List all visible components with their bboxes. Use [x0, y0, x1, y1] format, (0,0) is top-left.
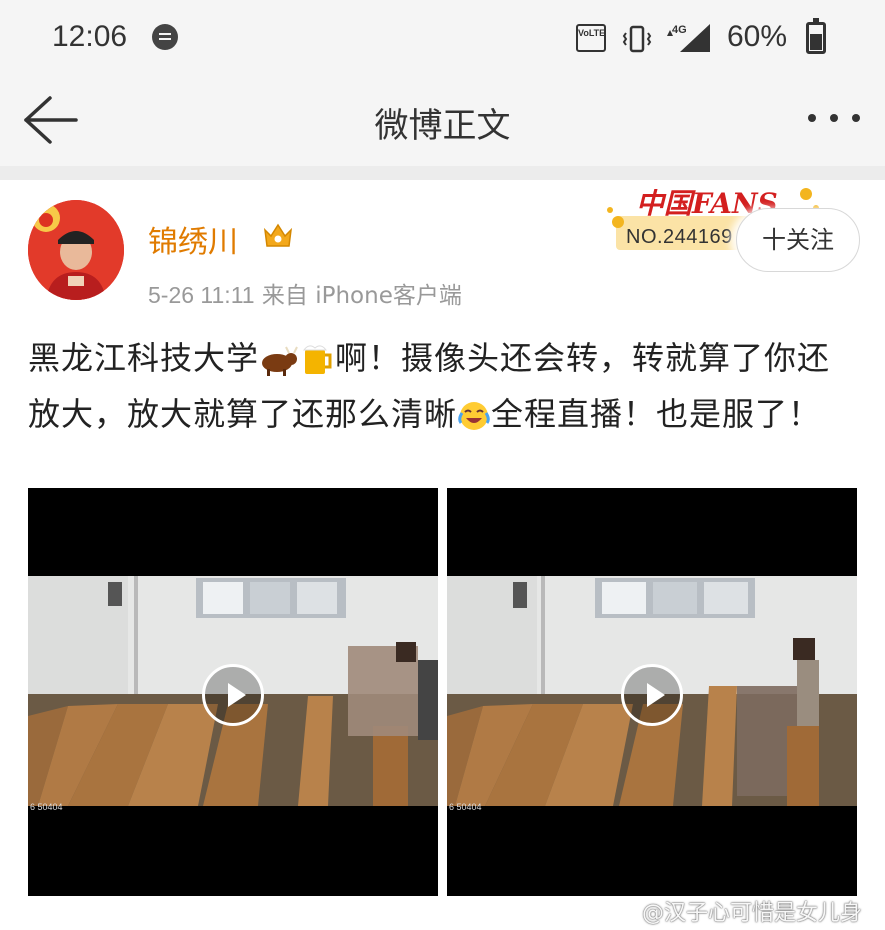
- vibrate-icon: [622, 25, 652, 53]
- battery-fill: [810, 34, 822, 50]
- status-bar: 12:06 VoLTE 4G 60%: [0, 0, 885, 78]
- message-notification-icon: [152, 24, 178, 50]
- network-type-label: 4G: [672, 24, 687, 36]
- video-thumbnail-1[interactable]: 6 50404: [28, 488, 438, 896]
- more-options-icon[interactable]: [804, 100, 866, 136]
- fans-badge-number: NO.244169: [626, 226, 733, 248]
- post-text-part3: 全程直播！也是服了！: [491, 395, 822, 433]
- beer-emoji-icon: [303, 345, 332, 374]
- post-text-part1: 黑龙江科技大学: [28, 339, 260, 377]
- post-text: 黑龙江科技大学 啊！摄像头还会转，转就算了你还放大，放大就算了还那么清晰 全程直…: [28, 330, 858, 442]
- volte-icon: VoLTE: [576, 24, 606, 52]
- post-source: 来自 iPhone客户端: [261, 283, 462, 309]
- battery-icon: [806, 18, 826, 54]
- page-title: 微博正文: [374, 106, 511, 146]
- post-date: 5-26 11:11: [148, 282, 255, 308]
- watermark-text: @汉子心可惜是女儿身: [642, 901, 863, 926]
- avatar[interactable]: [28, 200, 124, 300]
- status-time: 12:06: [52, 20, 128, 53]
- video-thumbnail-2[interactable]: 6 50404: [447, 488, 857, 896]
- video-timestamp-1: 6 50404: [30, 802, 63, 812]
- video-timestamp-2: 6 50404: [449, 802, 482, 812]
- avatar-image: [28, 200, 124, 300]
- bull-emoji-icon: [262, 346, 298, 376]
- post-meta: 5-26 11:11 来自 iPhone客户端: [148, 276, 462, 310]
- signal-icon: 4G: [667, 24, 710, 52]
- watermark: @汉子心可惜是女儿身: [612, 895, 862, 927]
- play-icon[interactable]: [621, 664, 683, 726]
- username[interactable]: 锦绣川: [148, 217, 238, 261]
- weibo-logo-icon: [612, 904, 640, 926]
- section-divider: [0, 166, 885, 180]
- top-nav-bar: 微博正文: [0, 78, 885, 166]
- battery-percent: 60%: [727, 20, 788, 53]
- follow-button[interactable]: 十关注: [736, 208, 860, 272]
- play-icon[interactable]: [202, 664, 264, 726]
- laugh-cry-emoji-icon: [458, 402, 490, 430]
- vip-crown-icon: [263, 223, 293, 247]
